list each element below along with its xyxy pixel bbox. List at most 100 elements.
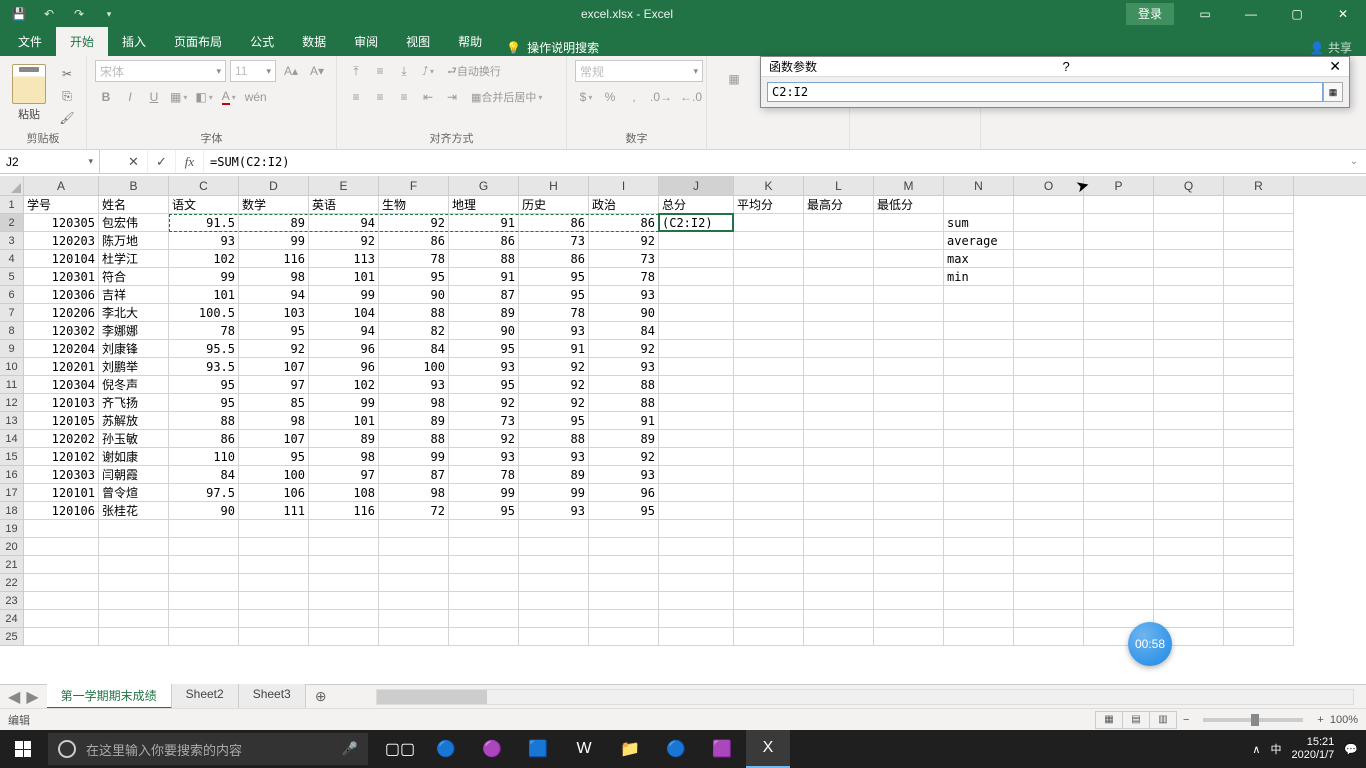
close-button[interactable]: ✕ — [1320, 0, 1366, 28]
cell[interactable]: 99 — [449, 484, 519, 502]
cell[interactable] — [659, 520, 734, 538]
align-middle-icon[interactable]: ≡ — [369, 60, 391, 82]
cell[interactable] — [944, 520, 1014, 538]
row-header[interactable]: 19 — [0, 520, 24, 538]
col-header-Q[interactable]: Q — [1154, 176, 1224, 195]
col-header-M[interactable]: M — [874, 176, 944, 195]
cell[interactable] — [1154, 466, 1224, 484]
cell[interactable] — [734, 394, 804, 412]
cell[interactable] — [449, 574, 519, 592]
cell[interactable] — [1084, 592, 1154, 610]
cell[interactable]: 120204 — [24, 340, 99, 358]
copy-icon[interactable]: ⎘ — [56, 86, 78, 106]
cell[interactable]: 87 — [449, 286, 519, 304]
cell[interactable]: 刘鹏举 — [99, 358, 169, 376]
cell[interactable] — [944, 286, 1014, 304]
cell[interactable] — [169, 628, 239, 646]
col-header-E[interactable]: E — [309, 176, 379, 195]
cell[interactable] — [1084, 286, 1154, 304]
cell[interactable] — [379, 592, 449, 610]
cell[interactable]: 98 — [239, 412, 309, 430]
font-size-combo[interactable]: 11▾ — [230, 60, 276, 82]
tab-开始[interactable]: 开始 — [56, 27, 108, 56]
cell[interactable] — [659, 610, 734, 628]
cell[interactable] — [734, 628, 804, 646]
cell[interactable] — [239, 556, 309, 574]
tab-文件[interactable]: 文件 — [4, 27, 56, 56]
cell[interactable]: max — [944, 250, 1014, 268]
row-header[interactable]: 3 — [0, 232, 24, 250]
spreadsheet-grid[interactable]: ABCDEFGHIJKLMNOPQR 1学号姓名语文数学英语生物地理历史政治总分… — [0, 176, 1366, 678]
taskbar-app-4[interactable]: 🔵 — [654, 730, 698, 768]
row-header[interactable]: 13 — [0, 412, 24, 430]
cell[interactable]: 99 — [379, 448, 449, 466]
cell[interactable] — [1224, 628, 1294, 646]
row-header[interactable]: 17 — [0, 484, 24, 502]
cell[interactable]: 104 — [309, 304, 379, 322]
cell[interactable] — [659, 322, 734, 340]
cell[interactable] — [804, 628, 874, 646]
cell[interactable]: 99 — [519, 484, 589, 502]
start-button[interactable] — [0, 730, 46, 768]
cell[interactable]: 88 — [519, 430, 589, 448]
undo-icon[interactable]: ↶ — [36, 2, 62, 26]
cell[interactable] — [1154, 250, 1224, 268]
cell[interactable] — [804, 268, 874, 286]
cell[interactable]: 99 — [169, 268, 239, 286]
cell[interactable] — [874, 376, 944, 394]
ime-indicator[interactable]: 中 — [1270, 741, 1281, 757]
col-header-J[interactable]: J — [659, 176, 734, 195]
zoom-slider[interactable] — [1203, 718, 1303, 722]
cell[interactable] — [519, 610, 589, 628]
row-header[interactable]: 18 — [0, 502, 24, 520]
align-left-icon[interactable]: ≡ — [345, 86, 367, 108]
cell[interactable] — [874, 232, 944, 250]
percent-icon[interactable]: % — [599, 86, 621, 108]
cell[interactable] — [874, 556, 944, 574]
cell[interactable]: 90 — [169, 502, 239, 520]
cell[interactable] — [239, 520, 309, 538]
cell[interactable] — [734, 574, 804, 592]
cell[interactable] — [804, 286, 874, 304]
cell[interactable]: 102 — [309, 376, 379, 394]
cell[interactable] — [99, 538, 169, 556]
cell[interactable] — [659, 448, 734, 466]
cell[interactable] — [734, 214, 804, 232]
cell[interactable]: 96 — [309, 358, 379, 376]
cell[interactable] — [1084, 232, 1154, 250]
cell[interactable] — [804, 232, 874, 250]
cell[interactable] — [1014, 538, 1084, 556]
align-right-icon[interactable]: ≡ — [393, 86, 415, 108]
cell[interactable]: 88 — [589, 394, 659, 412]
cell[interactable] — [874, 448, 944, 466]
cell[interactable] — [1154, 592, 1224, 610]
cell[interactable]: 95 — [519, 412, 589, 430]
cell[interactable] — [659, 538, 734, 556]
cell[interactable] — [1084, 502, 1154, 520]
cell[interactable] — [1224, 286, 1294, 304]
cell[interactable]: 96 — [309, 340, 379, 358]
cell[interactable] — [804, 466, 874, 484]
cell[interactable]: 92 — [239, 340, 309, 358]
cell[interactable]: 刘康锋 — [99, 340, 169, 358]
cell[interactable] — [659, 358, 734, 376]
cell[interactable] — [874, 340, 944, 358]
cell[interactable]: 88 — [379, 430, 449, 448]
cell[interactable]: 符合 — [99, 268, 169, 286]
dialog-close-icon[interactable]: ✕ — [1329, 58, 1341, 75]
cell[interactable] — [734, 232, 804, 250]
cell[interactable] — [659, 268, 734, 286]
cell[interactable]: 95 — [379, 268, 449, 286]
maximize-button[interactable]: ▢ — [1274, 0, 1320, 28]
tab-页面布局[interactable]: 页面布局 — [160, 27, 236, 56]
cell[interactable]: 学号 — [24, 196, 99, 214]
cell[interactable]: 120301 — [24, 268, 99, 286]
cell[interactable] — [804, 448, 874, 466]
wrap-text-button[interactable]: ⮐ 自动换行 — [441, 60, 507, 82]
row-header[interactable]: 4 — [0, 250, 24, 268]
cell[interactable] — [804, 250, 874, 268]
cell[interactable] — [99, 556, 169, 574]
cell[interactable]: 吉祥 — [99, 286, 169, 304]
cell[interactable]: 93 — [589, 286, 659, 304]
taskbar-clock[interactable]: 15:212020/1/7 — [1291, 736, 1334, 762]
